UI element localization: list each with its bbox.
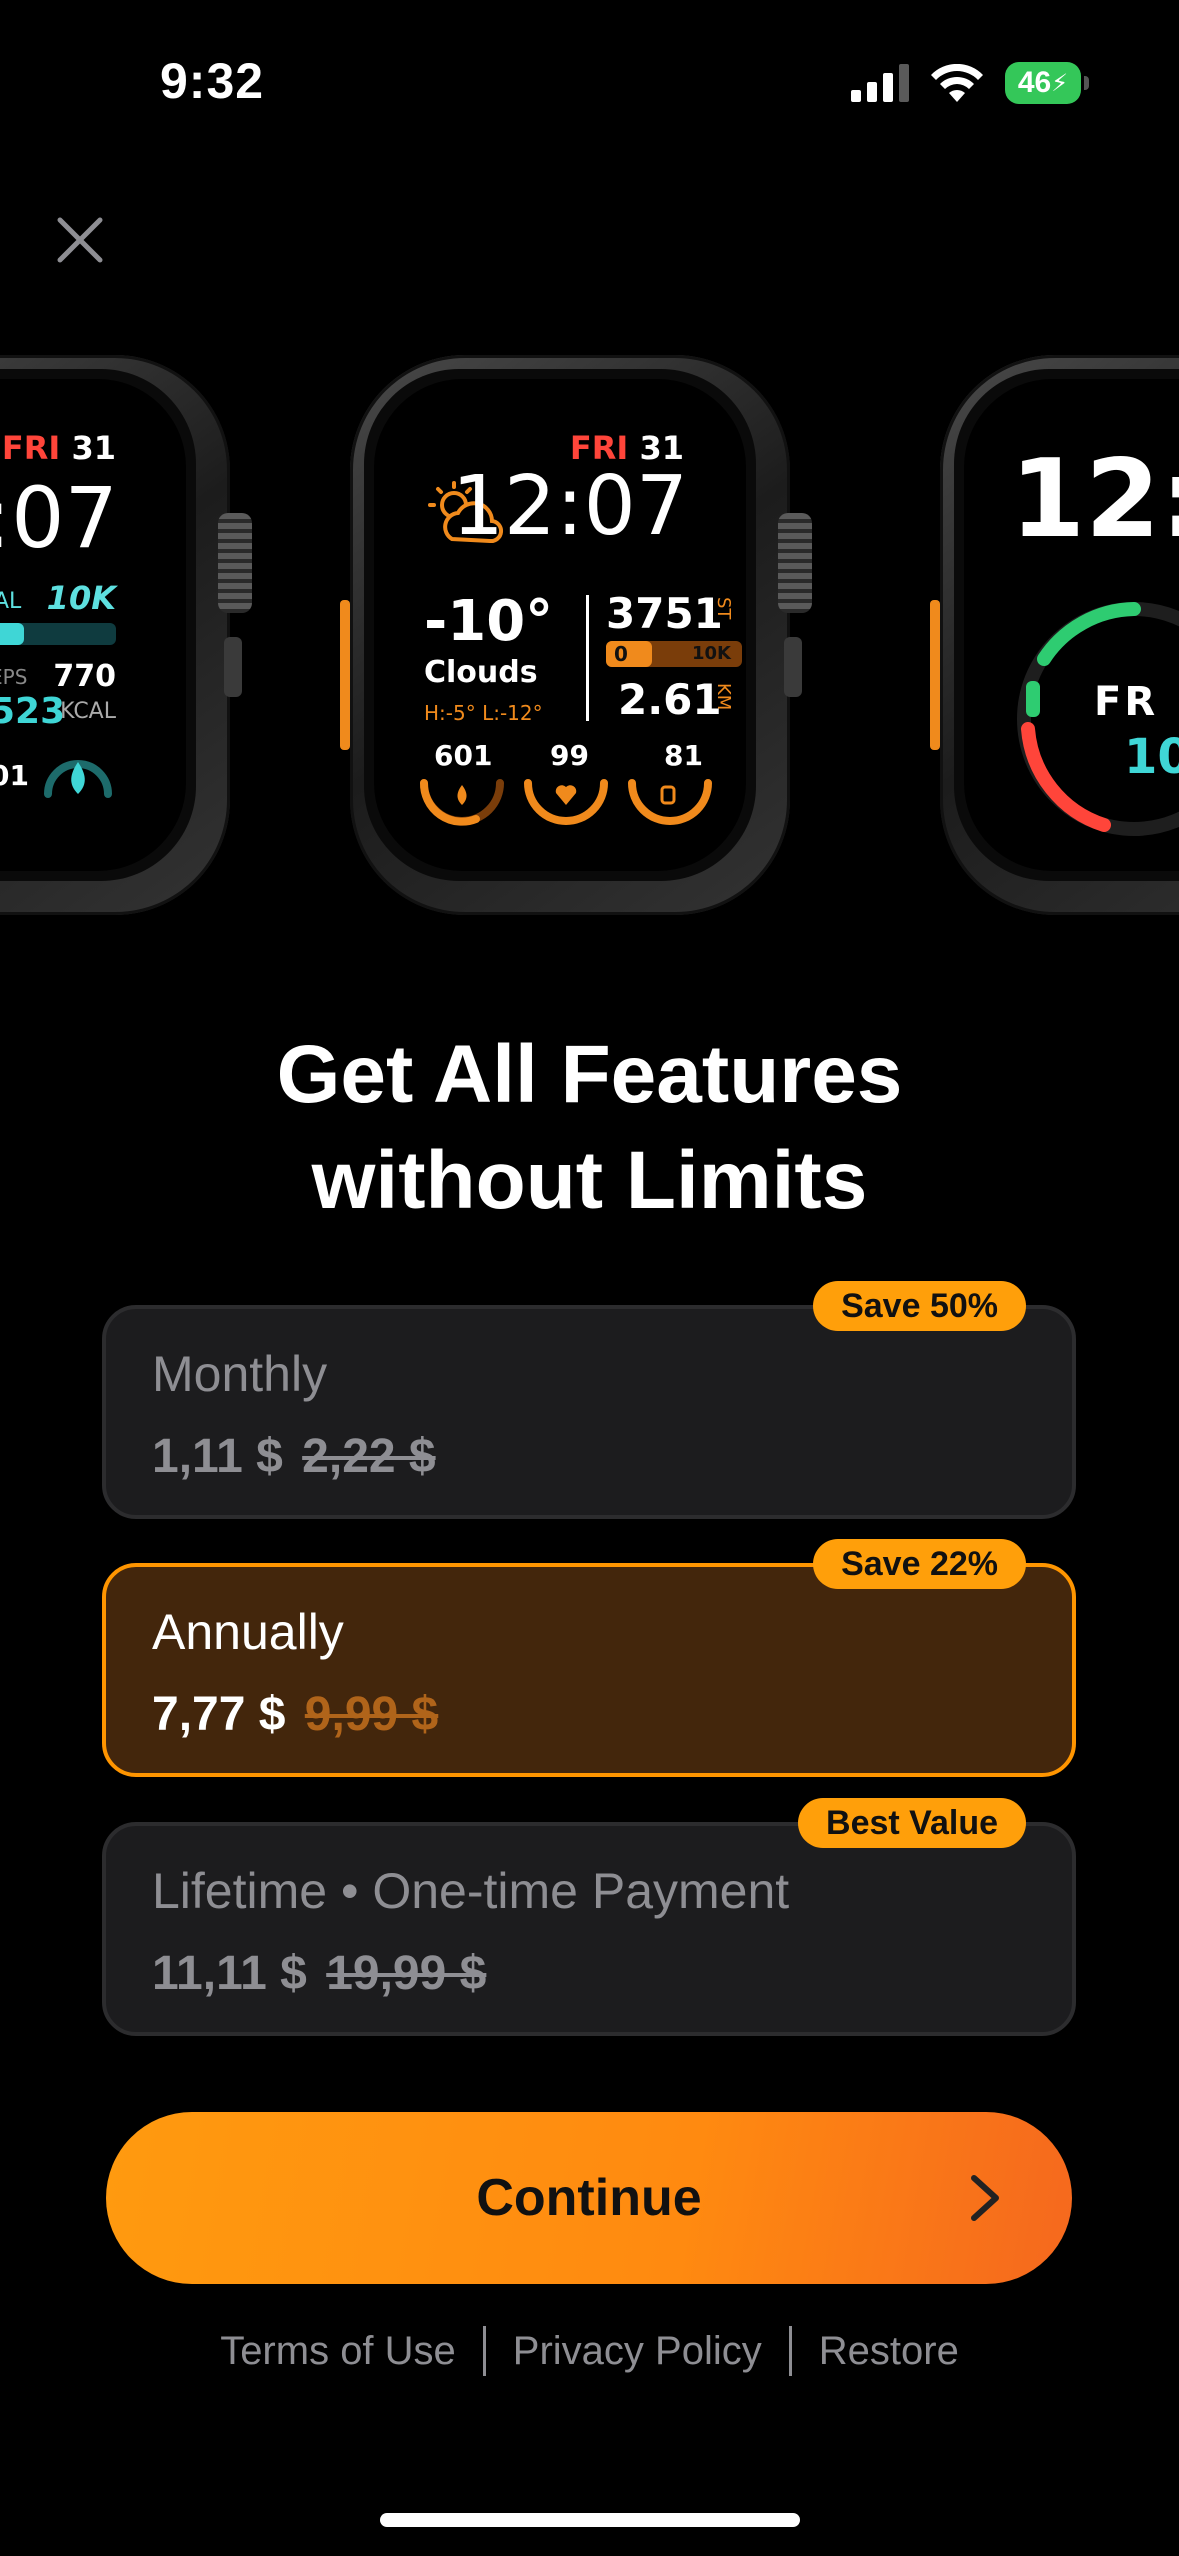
right-time: 12: — [1010, 437, 1179, 562]
divider — [482, 2326, 486, 2376]
left-date: 31 — [71, 429, 116, 467]
plan-annually[interactable]: Save 22% Annually 7,77 $ 9,99 $ — [102, 1539, 1076, 1777]
plan-price: 11,11 $ 19,99 $ — [152, 1947, 487, 2000]
signal-icon — [851, 64, 909, 102]
privacy-link[interactable]: Privacy Policy — [513, 2329, 762, 2374]
continue-button[interactable]: Continue — [106, 2112, 1072, 2284]
plan-name: Monthly — [152, 1346, 328, 1402]
wifi-icon — [931, 64, 983, 102]
page-title: Get All Features without Limits — [276, 1029, 903, 1226]
battery-icon: 46 ⚡ — [1005, 62, 1089, 104]
footer-links: Terms of Use Privacy Policy Restore — [0, 2326, 1179, 2376]
plan-badge: Save 22% — [813, 1539, 1026, 1589]
plan-badge: Save 50% — [813, 1281, 1026, 1331]
plan-old-price: 2,22 $ — [302, 1430, 436, 1483]
activity-rings — [419, 779, 712, 826]
left-day: FRI — [1, 429, 61, 467]
plan-price: 1,11 $ 2,22 $ — [152, 1430, 436, 1483]
plan-lifetime[interactable]: Best Value Lifetime • One-time Payment 1… — [102, 1798, 1076, 2036]
status-bar: 9:32 46 ⚡ — [0, 0, 1179, 170]
plan-price: 7,77 $ 9,99 $ — [152, 1688, 439, 1741]
restore-link[interactable]: Restore — [819, 2329, 959, 2374]
flame-icon — [44, 760, 112, 798]
chevron-right-icon — [971, 2175, 999, 2221]
watch-face-center[interactable]: FRI 31 12:07 -10° Clouds H:-5° L:-12° 37… — [340, 345, 820, 925]
battery-level: 46 — [1017, 66, 1052, 99]
continue-label: Continue — [476, 2169, 702, 2227]
watch-face-carousel[interactable]: FRI 31 2:07 AL 10K EPS 770 523 KCAL 01 F… — [0, 345, 1179, 925]
terms-link[interactable]: Terms of Use — [220, 2329, 456, 2374]
plan-old-price: 19,99 $ — [326, 1947, 487, 2000]
plan-monthly[interactable]: Save 50% Monthly 1,11 $ 2,22 $ — [102, 1281, 1076, 1519]
close-icon[interactable] — [52, 212, 108, 268]
center-time: 12:07 — [451, 459, 688, 554]
watch-face-right[interactable]: 12: FR 10 — [930, 345, 1179, 925]
plan-badge: Best Value — [798, 1798, 1026, 1848]
left-time: 2:07 — [0, 469, 118, 567]
divider — [788, 2326, 792, 2376]
plan-old-price: 9,99 $ — [304, 1688, 439, 1741]
status-icons: 46 ⚡ — [851, 62, 1089, 104]
plan-name: Lifetime • One-time Payment — [152, 1863, 790, 1919]
plan-name: Annually — [152, 1604, 344, 1660]
watch-face-left[interactable]: FRI 31 2:07 AL 10K EPS 770 523 KCAL 01 — [0, 345, 260, 925]
home-indicator — [380, 2513, 800, 2527]
status-time: 9:32 — [160, 53, 265, 109]
